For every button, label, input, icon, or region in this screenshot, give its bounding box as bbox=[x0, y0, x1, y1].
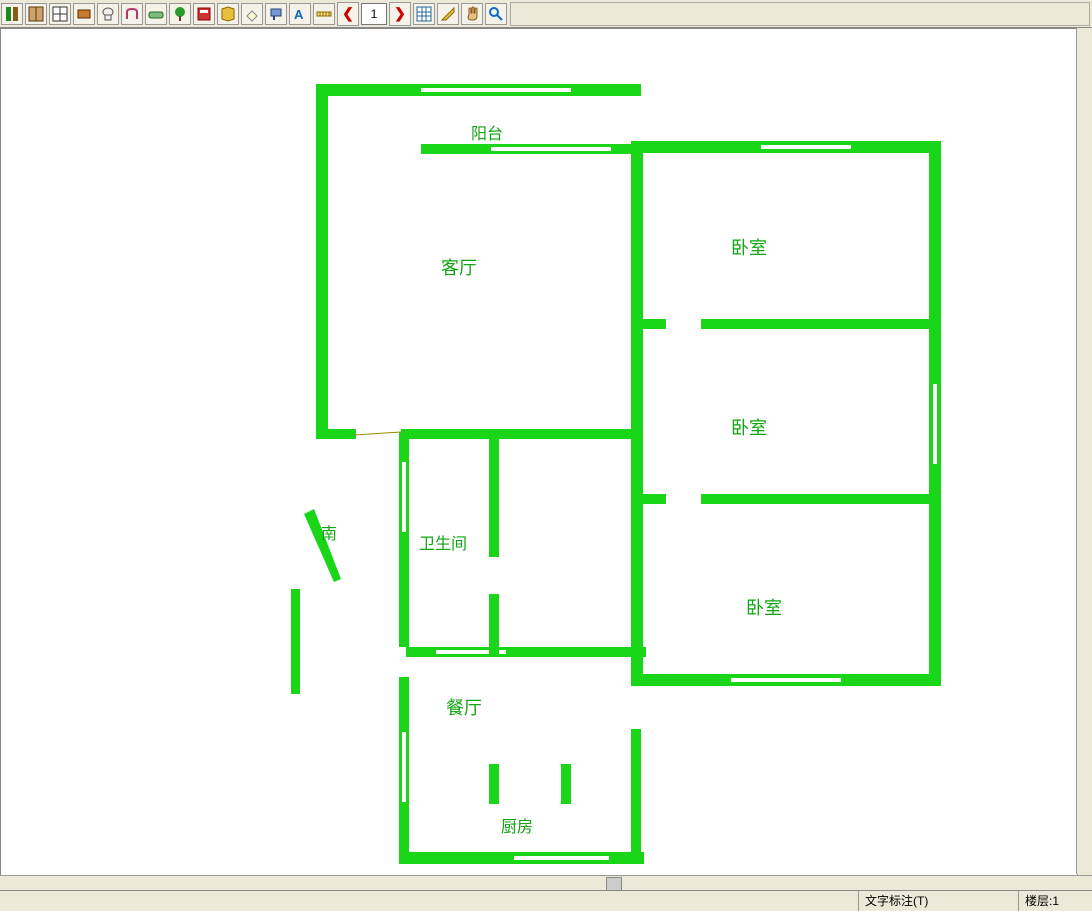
status-bar: 文字标注(T) 楼层:1 bbox=[0, 890, 1092, 911]
label-living: 客厅 bbox=[441, 258, 477, 278]
toolbar-spacer bbox=[510, 2, 1090, 26]
chair-icon[interactable] bbox=[121, 3, 143, 25]
toilet-icon[interactable] bbox=[97, 3, 119, 25]
svg-text:A: A bbox=[294, 7, 304, 22]
eraser-icon[interactable] bbox=[241, 3, 263, 25]
label-balcony: 阳台 bbox=[471, 125, 503, 143]
book-icon[interactable] bbox=[217, 3, 239, 25]
label-kitchen: 厨房 bbox=[501, 818, 533, 836]
label-bed2: 卧室 bbox=[731, 418, 767, 438]
cabinet-icon[interactable] bbox=[193, 3, 215, 25]
grid-icon[interactable] bbox=[413, 3, 435, 25]
door2-icon[interactable] bbox=[25, 3, 47, 25]
horizontal-scrollbar[interactable] bbox=[0, 875, 1092, 891]
label-bed1: 卧室 bbox=[731, 238, 767, 258]
tree-icon[interactable] bbox=[169, 3, 191, 25]
ruler-icon[interactable] bbox=[313, 3, 335, 25]
label-compass: 南 bbox=[321, 525, 337, 543]
sofa-icon[interactable] bbox=[145, 3, 167, 25]
furniture-icon[interactable] bbox=[73, 3, 95, 25]
main-toolbar: A ❮ 1 ❯ bbox=[0, 0, 1092, 28]
next-page-button[interactable]: ❯ bbox=[389, 2, 411, 26]
prev-page-button[interactable]: ❮ bbox=[337, 2, 359, 26]
status-mode: 文字标注(T) bbox=[858, 891, 1022, 911]
page-number-field[interactable]: 1 bbox=[361, 3, 387, 25]
zoom-icon[interactable] bbox=[485, 3, 507, 25]
status-floor: 楼层:1 bbox=[1018, 891, 1092, 911]
label-bed3: 卧室 bbox=[746, 598, 782, 618]
label-bath: 卫生间 bbox=[419, 535, 467, 553]
label-dining: 餐厅 bbox=[446, 698, 482, 718]
paint-icon[interactable] bbox=[265, 3, 287, 25]
hand-icon[interactable] bbox=[461, 3, 483, 25]
door-icon[interactable] bbox=[1, 3, 23, 25]
measure-icon[interactable] bbox=[437, 3, 459, 25]
window-icon[interactable] bbox=[49, 3, 71, 25]
text-icon[interactable]: A bbox=[289, 3, 311, 25]
vertical-scrollbar[interactable] bbox=[1076, 28, 1092, 874]
horizontal-scroll-thumb[interactable] bbox=[606, 877, 622, 891]
floorplan-canvas[interactable]: 阳台 客厅 卧室 卧室 卧室 卫生间 餐厅 厨房 南 bbox=[0, 28, 1078, 876]
